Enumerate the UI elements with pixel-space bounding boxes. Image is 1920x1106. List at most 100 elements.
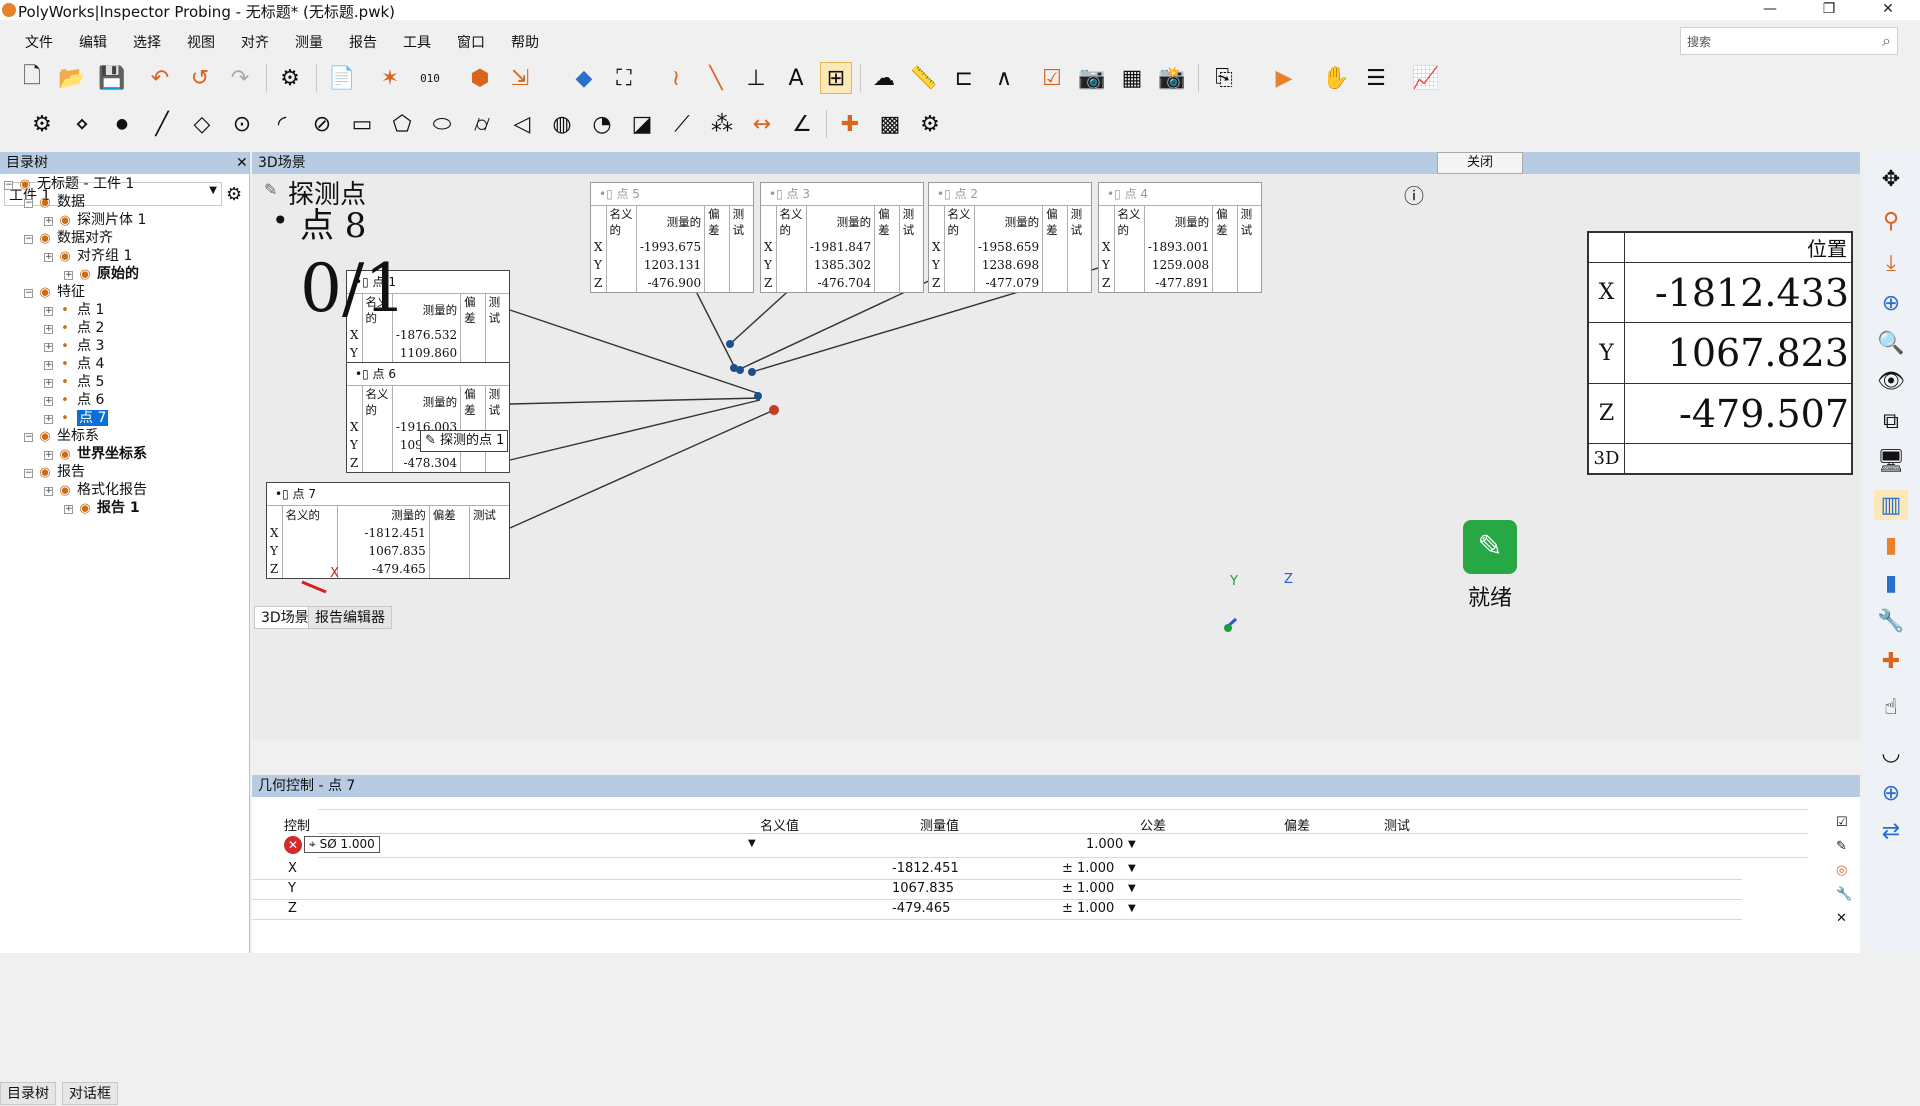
open-folder-icon[interactable]: 📂 xyxy=(56,62,88,94)
tree-item[interactable]: + • 点 7 xyxy=(44,408,109,428)
arc-icon[interactable]: ◜ xyxy=(266,108,298,140)
tree-item[interactable]: + ◉ 原始的 xyxy=(64,264,139,284)
search-box[interactable]: 搜索 ⌕ xyxy=(1680,27,1898,55)
cylinder-icon[interactable]: ⌭ xyxy=(466,108,498,140)
side-target-icon[interactable]: ◎ xyxy=(1836,863,1847,878)
info-icon[interactable]: ⓘ xyxy=(1404,180,1424,209)
tree-item[interactable]: + • 点 5 xyxy=(44,372,104,392)
plane-icon[interactable]: ◇ xyxy=(186,108,218,140)
probed-point-label[interactable]: ✎ 探测的点 1 xyxy=(420,430,508,452)
download-icon[interactable]: ⤓ xyxy=(1874,248,1908,278)
tab-report-editor[interactable]: 报告编辑器 xyxy=(308,606,392,629)
side-check-icon[interactable]: ☑ xyxy=(1836,815,1848,830)
play-icon[interactable]: ▶ xyxy=(1268,62,1300,94)
surface-point-icon[interactable]: ⋄ xyxy=(66,108,98,140)
add-annotation-icon[interactable]: ✚ xyxy=(1874,646,1908,676)
tree-item[interactable]: − ◉ 无标题 - 工件 1 xyxy=(4,174,134,194)
tree-item[interactable]: − ◉ 坐标系 xyxy=(24,426,99,446)
tree-expand-icon[interactable]: + xyxy=(44,325,53,334)
feature-add-icon[interactable]: ✚ xyxy=(834,108,866,140)
tree-item[interactable]: + • 点 3 xyxy=(44,336,104,356)
camera-icon[interactable]: 📸 xyxy=(1156,62,1188,94)
save-icon[interactable]: 💾 xyxy=(96,62,128,94)
point-table[interactable]: •▯ 点 4 名义的 测量的 偏差 测试 X -1893.001 Y 1259.008 Z -477… xyxy=(1098,182,1262,293)
align-icon[interactable]: ⇲ xyxy=(504,62,536,94)
tree-expand-icon[interactable]: + xyxy=(44,379,53,388)
tree-item[interactable]: + ◉ 报告 1 xyxy=(64,498,140,518)
tree-item[interactable]: − ◉ 报告 xyxy=(24,462,85,482)
minimize-button[interactable]: — xyxy=(1750,0,1790,20)
scan-icon[interactable]: ✶ xyxy=(374,62,406,94)
tree-close-icon[interactable]: ✕ xyxy=(236,152,248,174)
tree-expand-icon[interactable]: − xyxy=(24,289,33,298)
tree-item[interactable]: − ◉ 数据 xyxy=(24,192,85,212)
capture-icon[interactable]: 📷 xyxy=(1076,62,1108,94)
menu-window[interactable]: 窗口 xyxy=(457,32,485,52)
feature-settings-icon[interactable]: ⚙ xyxy=(26,108,58,140)
undo-icon[interactable]: ↶ xyxy=(144,62,176,94)
point-icon[interactable]: ● xyxy=(106,108,138,140)
binary-icon[interactable]: 010 xyxy=(414,62,446,94)
tree-item[interactable]: + ◉ 世界坐标系 xyxy=(44,444,147,464)
menu-select[interactable]: 选择 xyxy=(133,32,161,52)
points-group-icon[interactable]: ⁂ xyxy=(706,108,738,140)
view-cube-icon[interactable]: ⧉ xyxy=(1874,406,1908,436)
side-tool-icon[interactable]: ✎ xyxy=(1836,839,1847,854)
ruler-icon[interactable]: 📏 xyxy=(908,62,940,94)
menu-file[interactable]: 文件 xyxy=(25,32,53,52)
menu-report[interactable]: 报告 xyxy=(349,32,377,52)
line-icon[interactable]: ╱ xyxy=(146,108,178,140)
side-delete-icon[interactable]: ✕ xyxy=(1836,911,1847,926)
point-table[interactable]: •▯ 点 3 名义的 测量的 偏差 测试 X -1981.847 Y 1385.302 Z -476… xyxy=(760,182,924,293)
undo-history-icon[interactable]: ↺ xyxy=(184,62,216,94)
measure-icon[interactable]: ⛶ xyxy=(608,62,640,94)
tree-item[interactable]: + • 点 4 xyxy=(44,354,104,374)
tree-expand-icon[interactable]: + xyxy=(44,307,53,316)
eye-icon[interactable]: 👁 xyxy=(1874,366,1908,396)
wrench-icon[interactable]: 🔧 xyxy=(1874,606,1908,636)
point-table[interactable]: •▯ 点 7 名义的 测量的 偏差 测试 X -1812.451 Y 1067.835 Z -479… xyxy=(266,482,510,579)
color-scale-icon[interactable]: ▮ xyxy=(1874,530,1908,560)
stop-icon[interactable]: ✋ xyxy=(1320,62,1352,94)
menu-edit[interactable]: 编辑 xyxy=(79,32,107,52)
polygon-icon[interactable]: ⬠ xyxy=(386,108,418,140)
cloud-icon[interactable]: ☁ xyxy=(868,62,900,94)
tools-gear-icon[interactable]: ⚙ xyxy=(914,108,946,140)
zoom-icon[interactable]: 🔍 xyxy=(1874,328,1908,358)
tolerance-chevron-down-icon[interactable]: ▼ xyxy=(1128,903,1136,914)
tree-expand-icon[interactable]: + xyxy=(44,487,53,496)
annotation-icon[interactable]: A xyxy=(780,62,812,94)
menu-view[interactable]: 视图 xyxy=(187,32,215,52)
point-table[interactable]: •▯ 点 5 名义的 测量的 偏差 测试 X -1993.675 Y 1203.131 Z -476… xyxy=(590,182,754,293)
ellipse-icon[interactable]: ⬭ xyxy=(426,108,458,140)
tree-expand-icon[interactable]: + xyxy=(44,343,53,352)
tree-expand-icon[interactable]: + xyxy=(44,415,53,424)
close-button[interactable]: 关闭 xyxy=(1437,152,1523,174)
slot-icon[interactable]: ⊘ xyxy=(306,108,338,140)
tree-item[interactable]: + ◉ 格式化报告 xyxy=(44,480,147,500)
point-table[interactable]: •▯ 点 6名义的测量的偏差测试X-1916.003Y1092.587Z-478… xyxy=(346,362,510,473)
search-icon[interactable]: ⌕ xyxy=(1882,31,1891,51)
tolerance-chevron-down-icon[interactable]: ▼ xyxy=(1128,839,1136,850)
color-cube-icon[interactable]: ◆ xyxy=(568,62,600,94)
rectangle-icon[interactable]: ▭ xyxy=(346,108,378,140)
current-probe-point[interactable] xyxy=(769,405,779,415)
control-chevron-down-icon[interactable]: ▼ xyxy=(748,838,756,849)
menu-help[interactable]: 帮助 xyxy=(511,32,539,52)
close-window-button[interactable]: ✕ xyxy=(1868,0,1908,20)
probe-line-icon[interactable]: ╲ xyxy=(700,62,732,94)
angle-icon[interactable]: ∠ xyxy=(786,108,818,140)
tree-expand-icon[interactable]: + xyxy=(44,217,53,226)
tree-expand-icon[interactable]: − xyxy=(24,199,33,208)
tree-item[interactable]: − ◉ 数据对齐 xyxy=(24,228,113,248)
freeform-icon[interactable]: ◔ xyxy=(586,108,618,140)
tree-item[interactable]: − ◉ 特征 xyxy=(24,282,85,302)
chevron-down-icon[interactable]: ▼ xyxy=(209,185,217,196)
tree-expand-icon[interactable]: + xyxy=(44,253,53,262)
tree-item[interactable]: + ◉ 对齐组 1 xyxy=(44,246,132,266)
caliper-icon[interactable]: ⊏ xyxy=(948,62,980,94)
checklist-icon[interactable]: ☑ xyxy=(1036,62,1068,94)
menu-measure[interactable]: 测量 xyxy=(295,32,323,52)
grid-settings-icon[interactable]: ▩ xyxy=(874,108,906,140)
tree-item[interactable]: + ◉ 探测片体 1 xyxy=(44,210,146,230)
